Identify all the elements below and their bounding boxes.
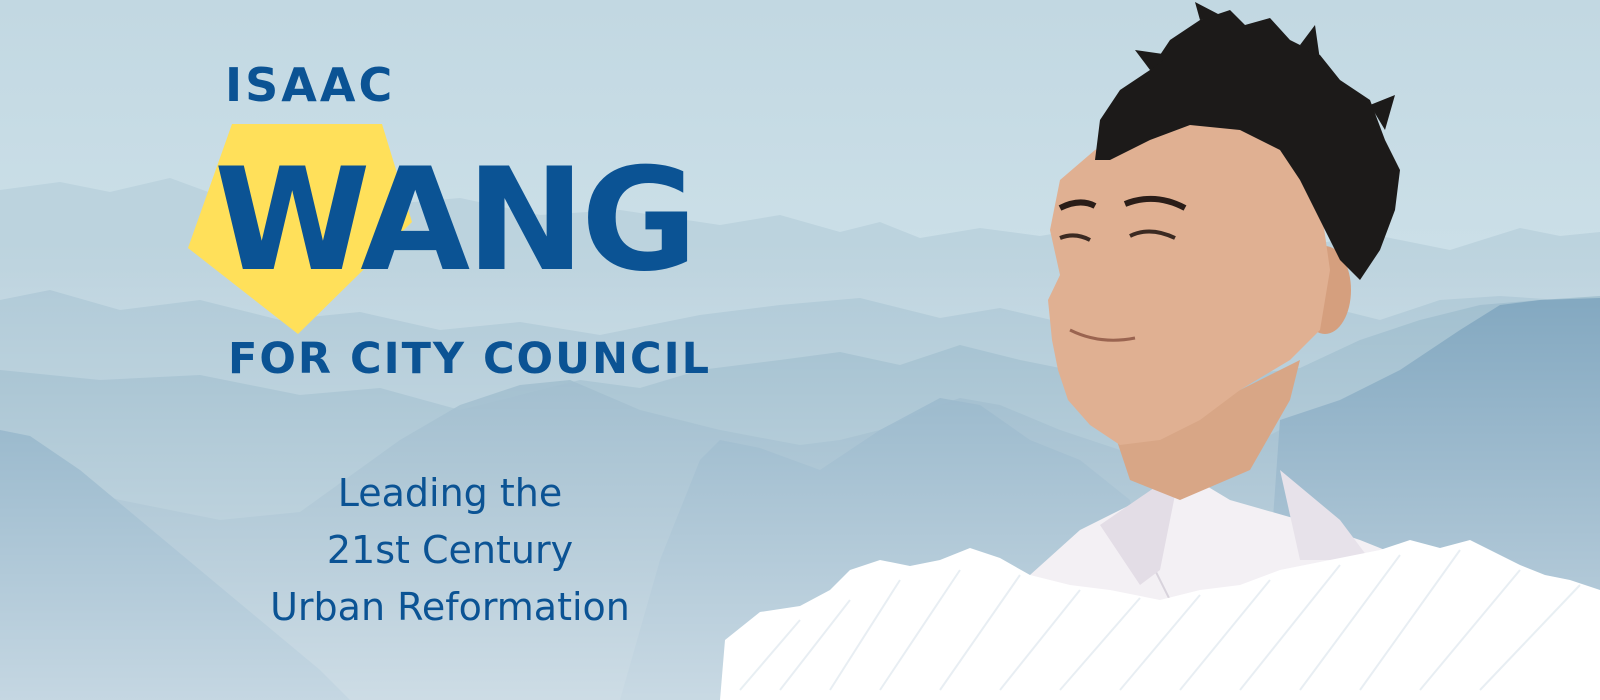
office-sought: FOR CITY COUNCIL [228,334,711,384]
campaign-banner: ISAAC WANG FOR CITY COUNCIL Leading the … [0,0,1600,700]
tagline-line-1: Leading the [337,471,563,515]
candidate-first-name: ISAAC [225,58,396,112]
tagline-line-3: Urban Reformation [270,585,630,629]
campaign-tagline: Leading the 21st Century Urban Reformati… [205,465,695,636]
candidate-surname: WANG [214,138,698,303]
tagline-line-2: 21st Century [326,528,574,572]
